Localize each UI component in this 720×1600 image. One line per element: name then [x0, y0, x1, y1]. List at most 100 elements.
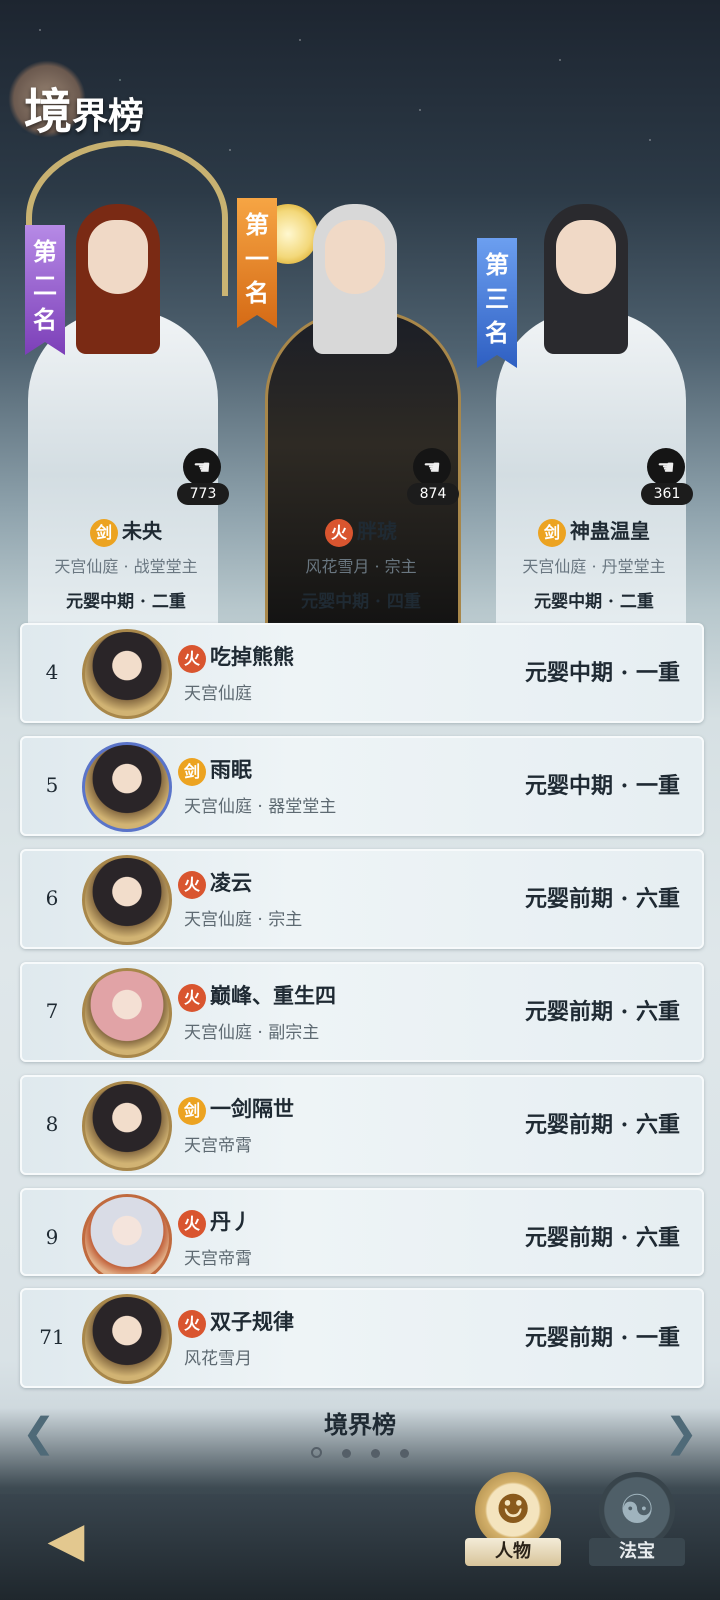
fire-element-icon: 火 [178, 870, 206, 899]
thumb-icon[interactable]: ☚ [647, 448, 685, 486]
page-title: 境界榜 [24, 72, 144, 142]
sword-element-icon: 剑 [90, 518, 118, 547]
treasure-tab-label: 法宝 [589, 1538, 685, 1566]
ranking-row[interactable]: 8 剑一剑隔世 天宫帝霄 元婴前期 · 六重 [20, 1075, 704, 1175]
podium-name-line: 剑神蛊温皇 [484, 515, 704, 547]
guild-title: 天宫仙庭 · 副宗主 [184, 1023, 320, 1043]
page-dot[interactable] [342, 1449, 351, 1458]
character-tab-button[interactable]: ☻ 人物 [465, 1472, 561, 1566]
character-face [325, 220, 385, 294]
player-name: 巅峰、重生四 [210, 983, 336, 1008]
fire-element-icon: 火 [178, 983, 206, 1012]
fire-element-icon: 火 [325, 518, 353, 547]
cultivation-level: 元婴中期 · 二重 [534, 591, 654, 612]
name-line: 火丹丿 [178, 1206, 252, 1238]
rank-banner-third: 第三名 [477, 238, 517, 368]
rank-number: 8 [45, 1112, 59, 1136]
character-face [556, 220, 616, 294]
ranking-row[interactable]: 7 火巅峰、重生四 天宫仙庭 · 副宗主 元婴前期 · 六重 [20, 962, 704, 1062]
cultivation-level: 元婴中期 · 二重 [66, 591, 186, 612]
page-dot-active[interactable] [311, 1447, 322, 1458]
guild-title: 天宫仙庭 [184, 684, 252, 704]
player-name: 丹丿 [210, 1209, 252, 1234]
treasure-glyph: ☯ [619, 1487, 655, 1533]
podium-name-line: 剑未央 [16, 515, 236, 547]
rank-banner-second: 第二名 [25, 225, 65, 355]
ranking-row[interactable]: 9 火丹丿 天宫帝霄 元婴前期 · 六重 [20, 1188, 704, 1276]
character-face [88, 220, 148, 294]
rank-number: 71 [39, 1325, 65, 1349]
fire-element-icon: 火 [178, 644, 206, 673]
fire-element-icon: 火 [178, 1309, 206, 1338]
avatar[interactable] [82, 629, 172, 719]
player-name: 吃掉熊熊 [210, 644, 294, 669]
guild-title: 天宫仙庭 · 宗主 [184, 910, 303, 930]
guild-title: 天宫帝霄 [184, 1249, 252, 1269]
thumb-icon[interactable]: ☚ [413, 448, 451, 486]
podium-name-line: 火胖琥 [251, 515, 471, 547]
thumb-icon[interactable]: ☚ [183, 448, 221, 486]
cultivation-level: 元婴中期 · 一重 [525, 773, 680, 799]
player-name[interactable]: 未央 [122, 519, 162, 543]
character-icon: ☻ [475, 1472, 551, 1548]
cultivation-level: 元婴中期 · 一重 [525, 660, 680, 686]
podium-info-1: 火胖琥 风花雪月 · 宗主 元婴中期 · 四重 [251, 515, 471, 612]
like-count: 773 [177, 483, 229, 505]
fire-element-icon: 火 [178, 1209, 206, 1238]
rank-banner-first: 第一名 [237, 198, 277, 328]
name-line: 火巅峰、重生四 [178, 980, 336, 1012]
ranking-row[interactable]: 6 火凌云 天宫仙庭 · 宗主 元婴前期 · 六重 [20, 849, 704, 949]
name-line: 火双子规律 [178, 1306, 294, 1338]
guild-title: 天宫仙庭 · 器堂堂主 [184, 797, 337, 817]
rank-number: 4 [45, 660, 59, 684]
avatar[interactable] [82, 968, 172, 1058]
self-ranking-row[interactable]: 71 火双子规律 风花雪月 元婴前期 · 一重 [20, 1288, 704, 1388]
avatar[interactable] [82, 1294, 172, 1384]
podium-info-2: 剑未央 天宫仙庭 · 战堂堂主 元婴中期 · 二重 [16, 515, 236, 612]
avatar[interactable] [82, 855, 172, 945]
guild-title: 天宫仙庭 · 丹堂堂主 [522, 556, 666, 576]
page-title-big: 境 [24, 84, 73, 140]
avatar[interactable] [82, 1194, 172, 1274]
guild-title: 天宫仙庭 · 战堂堂主 [54, 556, 198, 576]
page-dot[interactable] [371, 1449, 380, 1458]
rank-banner-label: 第二名 [33, 237, 57, 334]
rank-number: 9 [45, 1225, 59, 1249]
name-line: 剑一剑隔世 [178, 1093, 294, 1125]
player-name: 一剑隔世 [210, 1096, 294, 1121]
character-tab-label: 人物 [465, 1538, 561, 1566]
back-icon[interactable]: ◀ [34, 1510, 98, 1574]
page-indicator [0, 1443, 720, 1462]
player-name[interactable]: 神蛊温皇 [570, 519, 650, 543]
rank-banner-label: 第三名 [485, 250, 509, 347]
cultivation-level: 元婴前期 · 六重 [525, 1225, 680, 1251]
rank-number: 7 [45, 999, 59, 1023]
player-name: 凌云 [210, 870, 252, 895]
avatar[interactable] [82, 742, 172, 832]
cultivation-level: 元婴中期 · 四重 [301, 591, 421, 612]
page-dot[interactable] [400, 1449, 409, 1458]
name-line: 火吃掉熊熊 [178, 641, 294, 673]
board-title: 境界榜 [324, 1410, 396, 1439]
sword-element-icon: 剑 [538, 518, 566, 547]
cultivation-level: 元婴前期 · 一重 [525, 1325, 680, 1351]
cultivation-level: 元婴前期 · 六重 [525, 886, 680, 912]
ranking-row[interactable]: 5 剑雨眠 天宫仙庭 · 器堂堂主 元婴中期 · 一重 [20, 736, 704, 836]
podium-info-3: 剑神蛊温皇 天宫仙庭 · 丹堂堂主 元婴中期 · 二重 [484, 515, 704, 612]
rank-number: 5 [45, 773, 59, 797]
treasure-tab-button[interactable]: ☯ 法宝 [589, 1472, 685, 1566]
guild-title: 天宫帝霄 [184, 1136, 252, 1156]
ranking-row[interactable]: 4 火吃掉熊熊 天宫仙庭 元婴中期 · 一重 [20, 623, 704, 723]
guild-title: 风花雪月 [184, 1349, 252, 1369]
character-silhouette: ☻ [495, 1487, 531, 1533]
treasure-icon: ☯ [599, 1472, 675, 1548]
page-title-small: 界榜 [72, 95, 145, 137]
sword-element-icon: 剑 [178, 1096, 206, 1125]
player-name: 双子规律 [210, 1309, 294, 1334]
cultivation-level: 元婴前期 · 六重 [525, 999, 680, 1025]
name-line: 剑雨眠 [178, 754, 252, 786]
rank-banner-label: 第一名 [245, 210, 269, 307]
avatar[interactable] [82, 1081, 172, 1171]
player-name[interactable]: 胖琥 [357, 519, 397, 543]
name-line: 火凌云 [178, 867, 252, 899]
